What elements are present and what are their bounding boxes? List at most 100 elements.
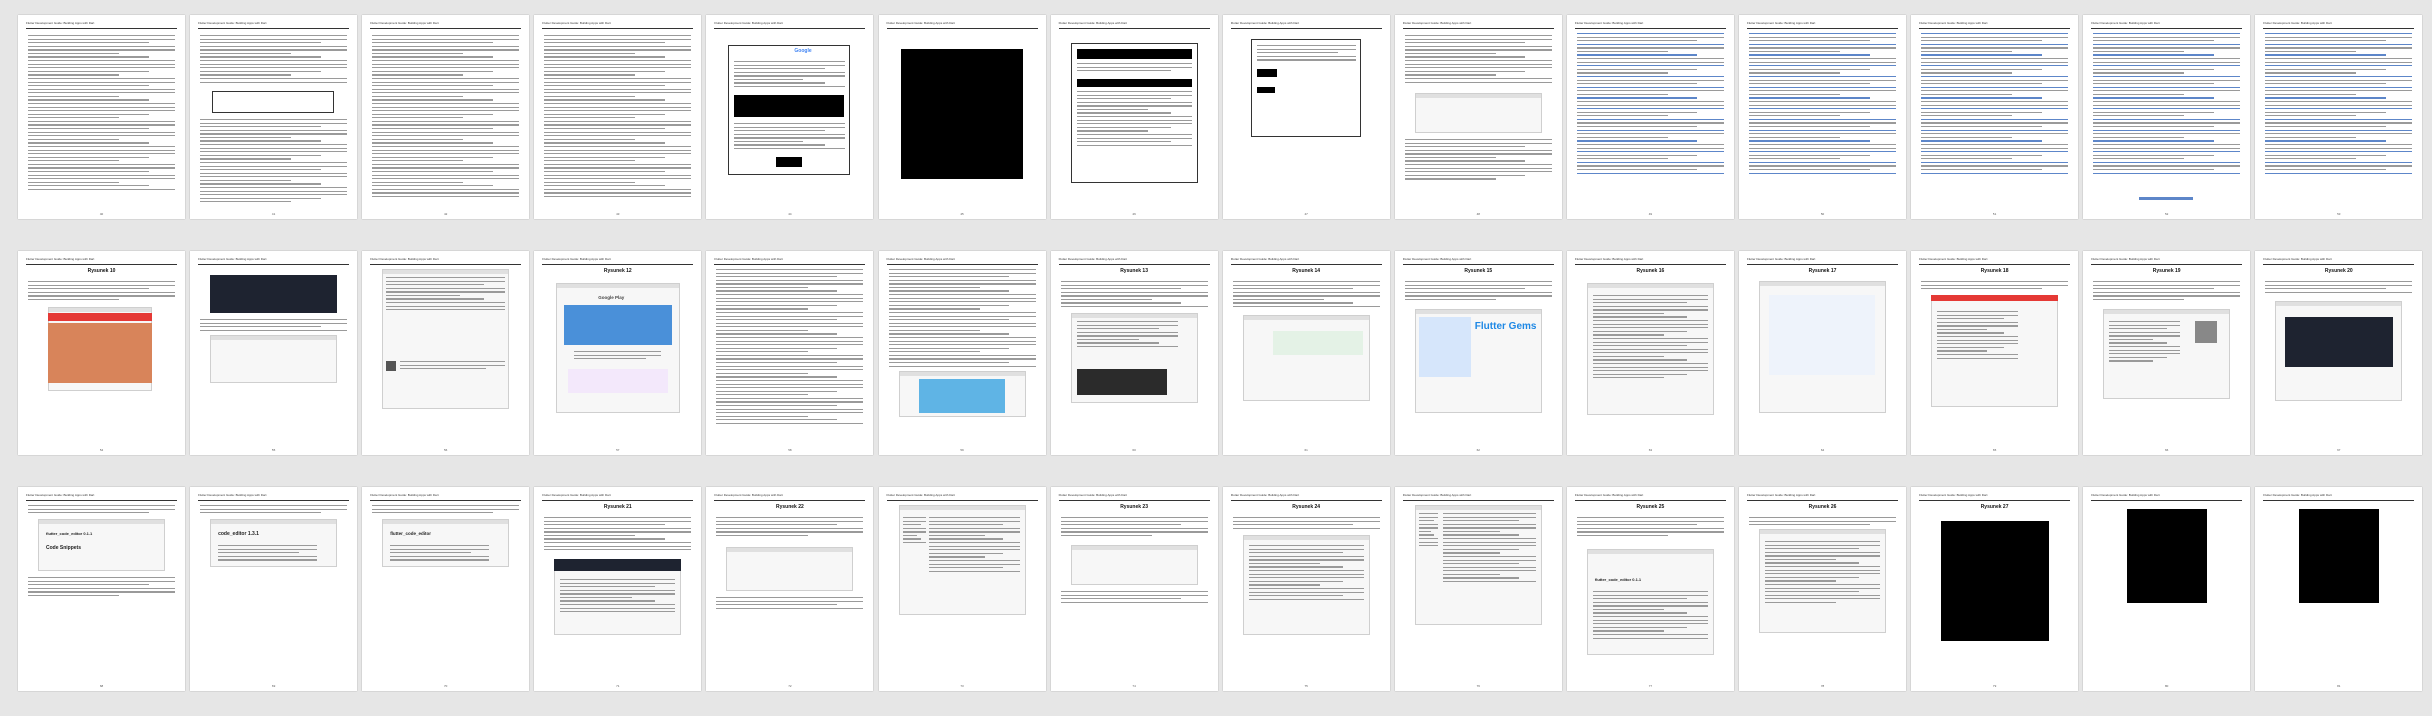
- text-line: [1749, 100, 1896, 103]
- document-page[interactable]: Flutter Development Guide: Building Apps…: [1050, 15, 1218, 219]
- text-line: [1921, 151, 2069, 153]
- text-line: [1765, 558, 1837, 561]
- text-line: [1404, 288, 1526, 290]
- text-line: [400, 368, 487, 370]
- document-page[interactable]: Flutter Development Guide: Building Apps…: [1739, 487, 1906, 691]
- running-header: Flutter Development Guide: Building Apps…: [714, 493, 866, 501]
- text-block: [1232, 517, 1380, 531]
- document-page[interactable]: Flutter Development Guide: Building Apps…: [1911, 15, 2079, 219]
- text-line: [28, 135, 175, 137]
- text-line: [1921, 90, 2069, 92]
- document-page[interactable]: Flutter Development Guide: Building Apps…: [1222, 251, 1390, 455]
- text-line: [1076, 123, 1192, 125]
- document-page[interactable]: Flutter Development Guide: Building Apps…: [190, 251, 358, 455]
- text-line: [2093, 93, 2185, 96]
- document-page[interactable]: Flutter Development Guide: Building Apps…: [1566, 15, 1734, 219]
- text-line: [28, 584, 149, 586]
- text-line: [2265, 68, 2386, 70]
- document-page[interactable]: Flutter Development Guide: Building Apps…: [534, 487, 702, 691]
- text-line: [902, 538, 922, 540]
- running-header-text: Flutter Development Guide: Building Apps…: [1402, 257, 1472, 261]
- text-line: [734, 137, 846, 139]
- document-page[interactable]: Flutter Development Guide: Building Apps…: [362, 487, 530, 691]
- text-line: [1442, 559, 1536, 561]
- document-page[interactable]: Flutter Development Guide: Building Apps…: [1050, 487, 1218, 691]
- document-page[interactable]: Flutter Development Guide: Building Apps…: [1222, 487, 1390, 691]
- text-line: [716, 308, 808, 310]
- document-page[interactable]: Flutter Development Guide: Building Apps…: [1739, 15, 1906, 219]
- document-page[interactable]: Flutter Development Guide: Building Apps…: [2083, 251, 2251, 455]
- text-line: [928, 531, 1020, 533]
- running-header-text: Flutter Development Guide: Building Apps…: [1919, 493, 1988, 497]
- text-line: [1921, 79, 2069, 81]
- figure-title: Rysunek 20: [2324, 268, 2353, 274]
- text-line: [1749, 147, 1896, 149]
- document-page[interactable]: Flutter Development Guide: Building Apps…: [534, 15, 702, 219]
- phones-image: [564, 305, 673, 345]
- text-line: [1592, 612, 1688, 614]
- document-page[interactable]: Flutter Development Guide: Building Apps…: [1222, 15, 1390, 219]
- document-page[interactable]: Flutter Development Guide: Building Apps…: [1394, 251, 1562, 455]
- document-page[interactable]: Flutter Development Guide: Building Apps…: [1566, 487, 1734, 691]
- document-page[interactable]: Flutter Development Guide: Building Apps…: [1566, 251, 1734, 455]
- text-line: [928, 534, 985, 537]
- document-page[interactable]: Flutter Development Guide: Building Apps…: [1394, 487, 1562, 691]
- document-page[interactable]: Flutter Development Guide: Building Apps…: [18, 251, 185, 455]
- text-line: [1765, 576, 1860, 578]
- text-line: [372, 85, 493, 87]
- document-page[interactable]: Flutter Development Guide: Building Apps…: [1394, 15, 1562, 219]
- document-page[interactable]: Flutter Development Guide: Building Apps…: [2255, 15, 2423, 219]
- text-line: [1921, 111, 2042, 113]
- document-page[interactable]: Flutter Development Guide: Building Apps…: [706, 15, 874, 219]
- document-page[interactable]: Flutter Development Guide: Building Apps…: [18, 487, 185, 691]
- text-block: [372, 35, 520, 200]
- document-page[interactable]: Flutter Development Guide: Building Apps…: [2083, 15, 2251, 219]
- document-page[interactable]: Flutter Development Guide: Building Apps…: [190, 15, 358, 219]
- page-number: 43: [616, 212, 620, 216]
- document-page[interactable]: Flutter Development Guide: Building Apps…: [18, 15, 185, 219]
- text-line: [716, 365, 864, 367]
- document-page[interactable]: Flutter Development Guide: Building Apps…: [878, 487, 1046, 691]
- running-header-text: Flutter Development Guide: Building Apps…: [1058, 493, 1127, 497]
- text-line: [2093, 86, 2241, 88]
- running-header: Flutter Development Guide: Building Apps…: [2263, 257, 2415, 265]
- document-page[interactable]: Flutter Development Guide: Building Apps…: [1739, 251, 1906, 455]
- text-line: [1749, 86, 1896, 88]
- document-page[interactable]: Flutter Development Guide: Building Apps…: [362, 15, 530, 219]
- text-line: [372, 113, 493, 115]
- running-header-text: Flutter Development Guide: Building Apps…: [198, 493, 267, 497]
- document-page[interactable]: Flutter Development Guide: Building Apps…: [534, 251, 702, 455]
- document-page[interactable]: Flutter Development Guide: Building Apps…: [190, 487, 358, 691]
- text-line: [888, 315, 1036, 317]
- document-page[interactable]: Flutter Development Guide: Building Apps…: [878, 251, 1046, 455]
- document-page[interactable]: Flutter Development Guide: Building Apps…: [2255, 251, 2423, 455]
- document-page[interactable]: Flutter Development Guide: Building Apps…: [706, 487, 874, 691]
- document-page[interactable]: Flutter Development Guide: Building Apps…: [1911, 487, 2079, 691]
- text-block: [716, 517, 864, 538]
- text-line: [544, 163, 692, 165]
- text-block: [1076, 91, 1192, 148]
- page-number: 69: [271, 684, 276, 688]
- text-line: [1592, 608, 1665, 611]
- page-number: 78: [1820, 684, 1825, 688]
- running-header-text: Flutter Development Guide: Building Apps…: [886, 21, 955, 25]
- document-page[interactable]: Flutter Development Guide: Building Apps…: [878, 15, 1046, 219]
- document-page[interactable]: Flutter Development Guide: Building Apps…: [2255, 487, 2423, 691]
- document-page[interactable]: Flutter Development Guide: Building Apps…: [1050, 251, 1218, 455]
- text-line: [1937, 311, 2019, 313]
- text-block: [28, 35, 175, 192]
- document-page[interactable]: Flutter Development Guide: Building Apps…: [362, 251, 530, 455]
- text-line: [1749, 58, 1896, 60]
- running-header: Flutter Development Guide: Building Apps…: [1058, 257, 1210, 265]
- text-line: [1232, 298, 1324, 301]
- text-line: [1765, 569, 1880, 571]
- text-line: [2265, 83, 2386, 85]
- text-line: [2093, 158, 2185, 160]
- document-page[interactable]: Flutter Development Guide: Building Apps…: [2083, 487, 2251, 691]
- text-line: [1576, 97, 1698, 99]
- document-page[interactable]: Flutter Development Guide: Building Apps…: [706, 251, 874, 455]
- document-page[interactable]: Flutter Development Guide: Building Apps…: [1911, 251, 2079, 455]
- text-block: [2093, 33, 2241, 176]
- avatar: [386, 361, 397, 371]
- text-line: [200, 505, 348, 507]
